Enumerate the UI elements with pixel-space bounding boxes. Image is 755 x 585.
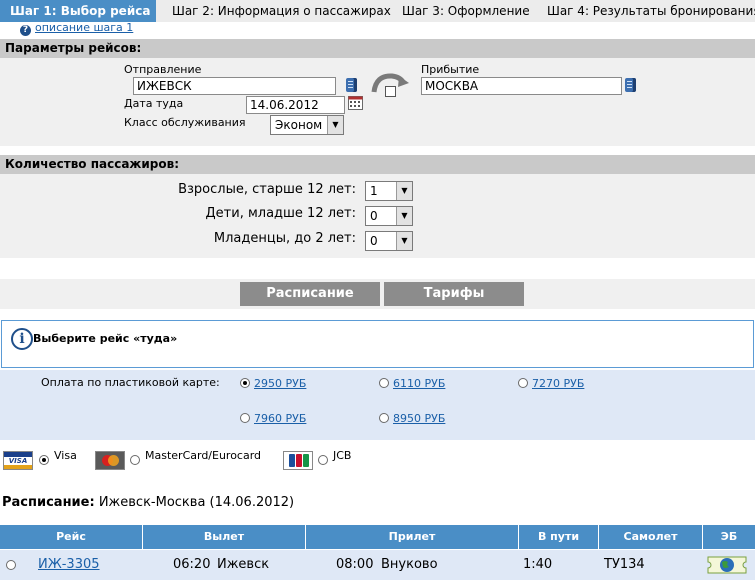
date-field[interactable]: 14.06.2012 (246, 96, 345, 114)
col-duration: В пути (519, 525, 599, 549)
info-icon: i (11, 328, 33, 350)
col-aircraft: Самолет (599, 525, 703, 549)
directory-icon[interactable] (346, 78, 357, 92)
dep-city: Ижевск (217, 557, 270, 572)
departure-field[interactable]: ИЖЕВСК (133, 77, 336, 95)
passengers-header: Количество пассажиров: (0, 155, 755, 174)
adults-label: Взрослые, старше 12 лет: (178, 182, 356, 197)
price-link[interactable]: 2950 РУБ (254, 377, 306, 390)
step-1-tab[interactable]: Шаг 1: Выбор рейса (0, 0, 156, 22)
children-select-value: 0 (370, 209, 378, 223)
dep-time: 06:20 (173, 557, 211, 572)
col-flight: Рейс (0, 525, 143, 549)
step-3-tab[interactable]: Шаг 3: Оформление (402, 0, 530, 22)
schedule-route: Ижевск-Москва (14.06.2012) (98, 495, 295, 510)
flight-params-header: Параметры рейсов: (0, 39, 755, 58)
schedule-button[interactable]: Расписание (240, 282, 380, 306)
step-4-tab[interactable]: Шаг 4: Результаты бронирования (547, 0, 755, 22)
col-departure: Вылет (143, 525, 306, 549)
price-radio[interactable] (240, 413, 250, 423)
infants-label: Младенцы, до 2 лет: (213, 231, 356, 246)
return-checkbox[interactable] (385, 86, 396, 97)
class-select[interactable]: Эконом ▼ (270, 115, 344, 135)
price-radio[interactable] (379, 378, 389, 388)
arrival-label: Прибытие (421, 63, 480, 76)
question-icon: ? (20, 25, 31, 36)
arr-time: 08:00 (336, 557, 374, 572)
payment-label: Оплата по пластиковой карте: (41, 376, 220, 389)
price-link[interactable]: 7270 РУБ (532, 377, 584, 390)
chevron-down-icon: ▼ (396, 207, 412, 225)
aircraft: ТУ134 (604, 557, 645, 572)
col-arrival: Прилет (306, 525, 519, 549)
table-header: Рейс Вылет Прилет В пути Самолет ЭБ (0, 525, 755, 549)
jcb-label: JCB (333, 449, 352, 462)
fares-button[interactable]: Тарифы (384, 282, 524, 306)
adults-select-value: 1 (370, 184, 378, 198)
adults-select[interactable]: 1 ▼ (365, 181, 413, 201)
departure-label: Отправление (124, 63, 202, 76)
visa-label: Visa (54, 449, 77, 462)
arrival-field[interactable]: МОСКВА (421, 77, 622, 95)
price-radio[interactable] (379, 413, 389, 423)
steps-bar: Шаг 1: Выбор рейса Шаг 2: Информация о п… (0, 0, 755, 22)
help-link-label[interactable]: описание шага 1 (35, 21, 133, 34)
class-label: Класс обслуживания (124, 116, 246, 129)
chevron-down-icon: ▼ (327, 116, 343, 134)
jcb-radio[interactable] (318, 455, 328, 465)
chevron-down-icon: ▼ (396, 182, 412, 200)
mastercard-icon (95, 451, 125, 470)
info-message: Выберите рейс «туда» (33, 332, 178, 345)
globe-ticket-icon (707, 556, 747, 574)
schedule-heading: Расписание: Ижевск-Москва (14.06.2012) (2, 495, 294, 510)
date-label: Дата туда (124, 97, 184, 110)
col-eticket: ЭБ (720, 530, 738, 543)
flight-number-link[interactable]: ИЖ-3305 (38, 550, 100, 580)
infants-select-value: 0 (370, 234, 378, 248)
table-row[interactable]: ИЖ-3305 06:20 Ижевск 08:00 Внуково 1:40 … (0, 550, 755, 580)
infants-select[interactable]: 0 ▼ (365, 231, 413, 251)
info-box: i Выберите рейс «туда» (1, 320, 754, 368)
price-link[interactable]: 8950 РУБ (393, 412, 445, 425)
duration: 1:40 (523, 557, 553, 572)
mastercard-label: MasterCard/Eurocard (145, 449, 262, 462)
help-link[interactable]: ? описание шага 1 (20, 21, 133, 36)
class-select-value: Эконом (275, 118, 323, 132)
step-2-tab[interactable]: Шаг 2: Информация о пассажирах (172, 0, 391, 22)
calendar-icon[interactable] (348, 96, 364, 111)
price-link[interactable]: 7960 РУБ (254, 412, 306, 425)
jcb-card-icon (283, 451, 313, 470)
children-select[interactable]: 0 ▼ (365, 206, 413, 226)
schedule-label: Расписание: (2, 495, 95, 510)
mastercard-radio[interactable] (130, 455, 140, 465)
visa-card-icon: VISA (3, 451, 33, 470)
children-label: Дети, младше 12 лет: (205, 206, 356, 221)
flight-select-radio[interactable] (6, 560, 16, 570)
price-link[interactable]: 6110 РУБ (393, 377, 445, 390)
chevron-down-icon: ▼ (396, 232, 412, 250)
arr-city: Внуково (381, 557, 438, 572)
price-radio[interactable] (240, 378, 250, 388)
visa-radio[interactable] (39, 455, 49, 465)
directory-icon[interactable] (625, 78, 636, 92)
price-radio[interactable] (518, 378, 528, 388)
